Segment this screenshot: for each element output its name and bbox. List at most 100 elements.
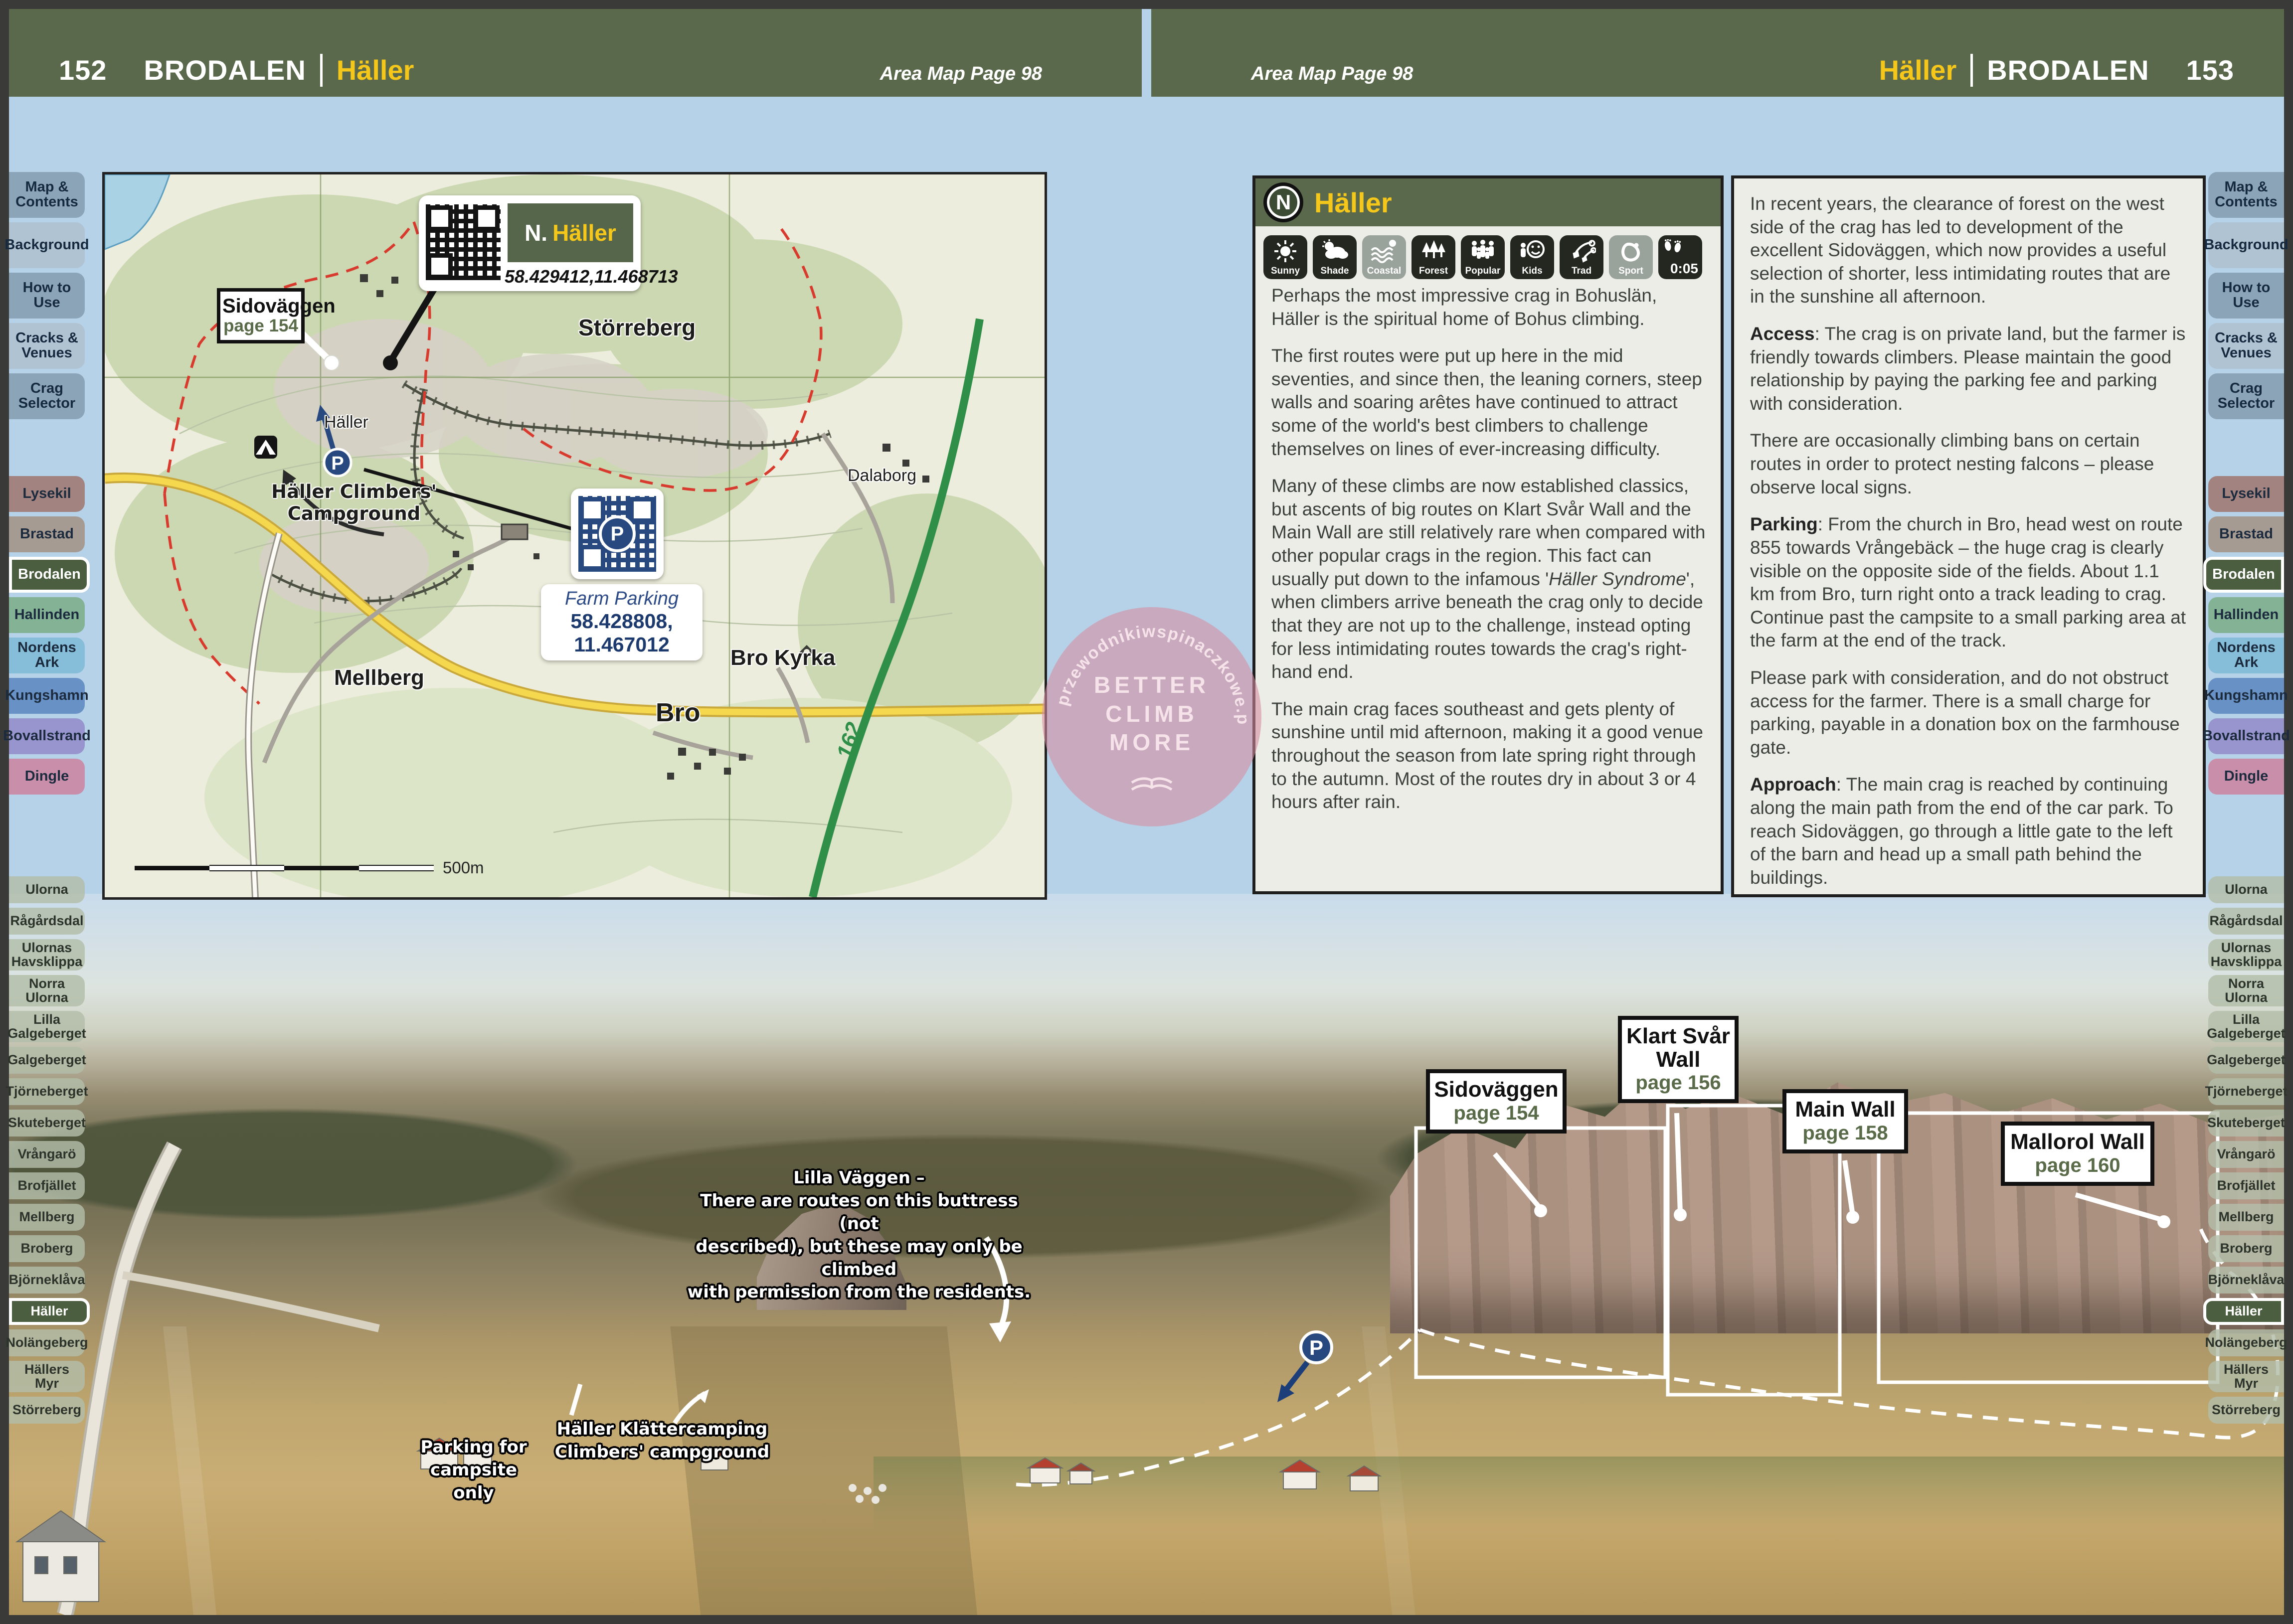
sidebar-item-brastad[interactable]: Brastad — [2208, 516, 2284, 552]
paragraph: In recent years, the clearance of forest… — [1750, 192, 2188, 309]
wall-title: Klart Svår Wall — [1625, 1025, 1732, 1071]
sidebar-item-nordens-ark[interactable]: Nordens Ark — [9, 638, 85, 673]
sidebar-item-dingle[interactable]: Dingle — [9, 759, 85, 795]
sidebar-item-hallinden[interactable]: Hallinden — [9, 597, 85, 633]
svg-text:P: P — [331, 453, 344, 474]
sidebar-item-crag-selector[interactable]: Crag Selector — [9, 373, 85, 419]
wall-label-main-wall[interactable]: Main Wall page 158 — [1782, 1089, 1908, 1153]
sidebar-item-crag-selector[interactable]: Crag Selector — [2208, 373, 2284, 419]
lilla-vaggen-note: Lilla Väggen – There are routes on this … — [682, 1167, 1036, 1304]
sidebar-item-brodalen-selected[interactable]: Brodalen — [2203, 557, 2284, 593]
sidebar-item-hallinden[interactable]: Hallinden — [2208, 597, 2284, 633]
sidebar-item-ulornas-havsklippa[interactable]: Ulornas Havsklippa — [2208, 939, 2284, 971]
sidebar-item-cracks-venues[interactable]: Cracks & Venues — [2208, 323, 2284, 369]
crag-title: Häller — [1314, 186, 1392, 219]
paragraph-access: Access: The crag is on private land, but… — [1750, 323, 2188, 415]
qr-code-nhaller[interactable] — [426, 204, 501, 280]
sidebar-item-hallers-myr[interactable]: Hällers Myr — [2208, 1361, 2284, 1392]
sidebar-item-how-to-use[interactable]: How to Use — [9, 273, 85, 319]
wall-label-mallorol[interactable]: Mallorol Wall page 160 — [2001, 1122, 2154, 1186]
sidebar-item-map-contents[interactable]: Map & Contents — [2208, 172, 2284, 218]
nhaller-qr-card[interactable]: N. Häller 58.429412,11.468713 — [419, 195, 641, 291]
paragraph: There are occasionally climbing bans on … — [1750, 429, 2188, 499]
sidebar-item-nordens-ark[interactable]: Nordens Ark — [2208, 638, 2284, 673]
sidebar-item-galgeberget[interactable]: Galgeberget — [9, 1047, 85, 1074]
sidebar-item-brastad[interactable]: Brastad — [9, 516, 85, 552]
qr-code-farm-parking[interactable]: P — [578, 496, 656, 572]
wall-label-klart-svar[interactable]: Klart Svår Wall page 156 — [1618, 1016, 1739, 1103]
sidebar-item-lilla-galgeberget[interactable]: Lilla Galgeberget — [9, 1011, 85, 1042]
nhaller-name-plate: N. Häller — [508, 203, 633, 262]
wall-page-ref: page 160 — [2008, 1154, 2147, 1177]
sidebar-item-brodalen-selected[interactable]: Brodalen — [9, 557, 90, 593]
header-crag-name: Häller — [337, 54, 414, 86]
sidebar-item-ulorna[interactable]: Ulorna — [2208, 876, 2284, 903]
sidebar-item-vrangaro[interactable]: Vrångarö — [2208, 1141, 2284, 1168]
wall-label-sidovaggen[interactable]: Sidoväggen page 154 — [1426, 1069, 1567, 1134]
sidebar-item-ulorna[interactable]: Ulorna — [9, 876, 85, 903]
sidebar-right: Map & Contents Background How to Use Cra… — [2208, 172, 2284, 1424]
sidebar-item-dingle[interactable]: Dingle — [2208, 759, 2284, 795]
sidebar-item-background[interactable]: Background — [9, 222, 85, 268]
paragraph-approach: Approach: The main crag is reached by co… — [1750, 773, 2188, 889]
sidebar-item-mellberg[interactable]: Mellberg — [9, 1204, 85, 1231]
sidebar-item-vrangaro[interactable]: Vrångarö — [9, 1141, 85, 1168]
crag-intro-text: Perhaps the most impressive crag in Bohu… — [1255, 282, 1721, 814]
sidebar-item-how-to-use[interactable]: How to Use — [2208, 273, 2284, 319]
sidebar-item-nolangeberg[interactable]: Nolängeberg — [2208, 1329, 2284, 1356]
sidebar-item-cracks-venues[interactable]: Cracks & Venues — [9, 323, 85, 369]
map-sidovaggen-ref[interactable]: Sidoväggen page 154 — [217, 288, 305, 343]
sidebar-item-mellberg[interactable]: Mellberg — [2208, 1204, 2284, 1231]
nhaller-coordinates: 58.429412,11.468713 — [505, 266, 635, 287]
sidebar-item-kungshamn[interactable]: Kungshamn — [2208, 678, 2284, 714]
crag-panorama-photo: P Sidoväggen page 154 — [9, 894, 2284, 1615]
sidebar-item-ragardsdal[interactable]: Rågårdsdal — [9, 908, 85, 935]
sidebar-item-background[interactable]: Background — [2208, 222, 2284, 268]
sidebar-item-tjorneberget[interactable]: Tjörneberget — [2208, 1078, 2284, 1105]
sidebar-item-lysekil[interactable]: Lysekil — [9, 476, 85, 512]
header-crag-name: Häller — [1879, 54, 1957, 86]
sidebar-item-lysekil[interactable]: Lysekil — [2208, 476, 2284, 512]
forest-icon: Forest — [1411, 235, 1455, 279]
wall-page-ref: page 156 — [1625, 1071, 1732, 1094]
sidebar-item-skuteberget[interactable]: Skuteberget — [9, 1110, 85, 1137]
sidebar-item-lilla-galgeberget[interactable]: Lilla Galgeberget — [2208, 1011, 2284, 1042]
haller-farm-building — [502, 524, 528, 539]
sidebar-item-haller-selected[interactable]: Häller — [2203, 1298, 2284, 1325]
sidebar-item-norra-ulorna[interactable]: Norra Ulorna — [9, 975, 85, 1006]
sidebar-item-tjorneberget[interactable]: Tjörneberget — [9, 1078, 85, 1105]
crag-letter-badge: N — [1263, 182, 1303, 222]
sidebar-item-ulornas-havsklippa[interactable]: Ulornas Havsklippa — [9, 939, 85, 971]
panorama-overlay-graphics: P — [9, 894, 2284, 1615]
sidebar-item-map-contents[interactable]: Map & Contents — [9, 172, 85, 218]
sidebar-item-haller-selected[interactable]: Häller — [9, 1298, 90, 1325]
wall-page-ref: page 154 — [1433, 1102, 1560, 1125]
map-label-bro-kyrka: Bro Kyrka — [730, 646, 835, 670]
sidebar-item-broberg[interactable]: Broberg — [9, 1235, 85, 1262]
sidebar-item-storreberg[interactable]: Störreberg — [9, 1397, 85, 1424]
sidebar-item-norra-ulorna[interactable]: Norra Ulorna — [2208, 975, 2284, 1006]
sidebar-item-hallers-myr[interactable]: Hällers Myr — [9, 1361, 85, 1392]
sidebar-item-ragardsdal[interactable]: Rågårdsdal — [2208, 908, 2284, 935]
sidebar-item-bovallstrand[interactable]: Bovallstrand — [2208, 718, 2284, 754]
farm-parking-qr-card[interactable]: P — [571, 488, 664, 579]
svg-text:P: P — [1309, 1336, 1323, 1359]
sidebar-item-brofjallet[interactable]: Brofjället — [2208, 1172, 2284, 1199]
sidebar-item-bjorneklava[interactable]: Björneklåva — [9, 1267, 85, 1294]
paragraph: The main crag faces southeast and gets p… — [1271, 698, 1706, 814]
publisher-watermark: przewodnikiwspinaczkowe.pl BETTER CLIMB … — [1042, 607, 1261, 826]
sidebar-item-kungshamn[interactable]: Kungshamn — [9, 678, 85, 714]
sidebar-item-broberg[interactable]: Broberg — [2208, 1235, 2284, 1262]
header-divider — [320, 54, 323, 87]
sidebar-item-bjorneklava[interactable]: Björneklåva — [2208, 1267, 2284, 1294]
sidebar-item-bovallstrand[interactable]: Bovallstrand — [9, 718, 85, 754]
sidebar-item-storreberg[interactable]: Störreberg — [2208, 1397, 2284, 1424]
sidebar-item-galgeberget[interactable]: Galgeberget — [2208, 1047, 2284, 1074]
shade-icon: Shade — [1313, 235, 1357, 279]
sidebar-item-nolangeberg[interactable]: Nolängeberg — [9, 1329, 85, 1356]
map-scale-bar: 500m — [135, 858, 484, 877]
sidebar-item-skuteberget[interactable]: Skuteberget — [2208, 1110, 2284, 1137]
header-area-name: BRODALEN — [144, 54, 306, 86]
sidebar-item-brofjallet[interactable]: Brofjället — [9, 1172, 85, 1199]
page-number-right: 153 — [2186, 54, 2234, 86]
